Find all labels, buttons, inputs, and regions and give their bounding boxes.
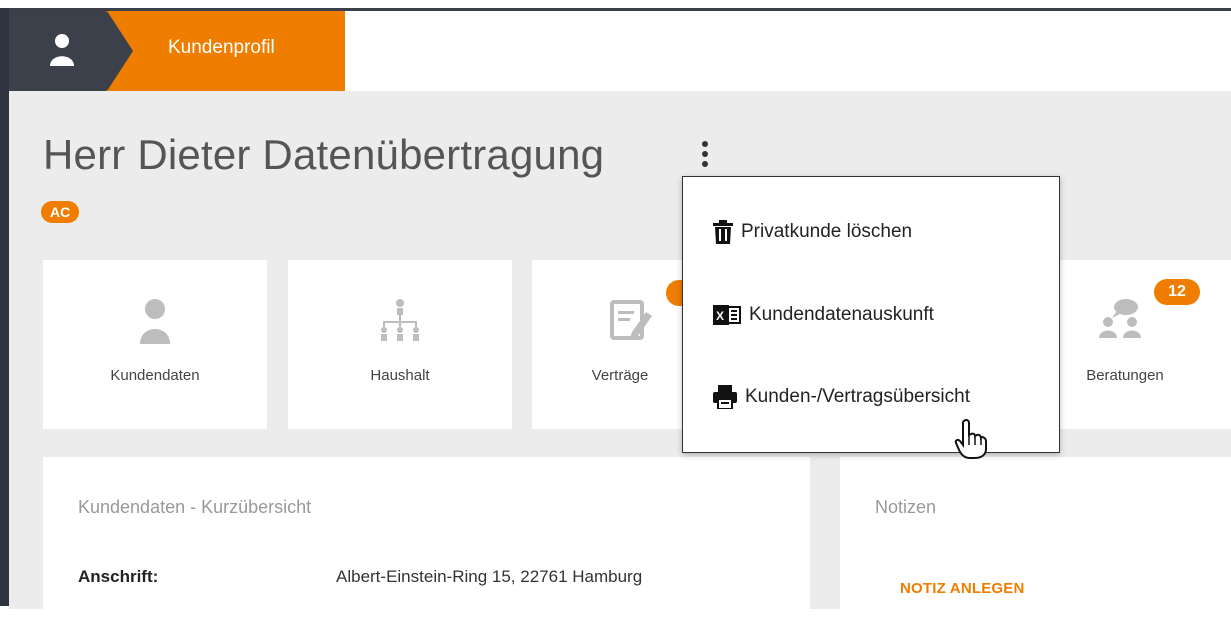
add-note-button[interactable]: NOTIZ ANLEGEN <box>900 580 1025 597</box>
menu-item-data-export[interactable]: X Kundendatenauskunft <box>713 300 934 330</box>
tile-kundendaten[interactable]: Kundendaten <box>43 260 267 429</box>
breadcrumb-label: Kundenprofil <box>168 37 275 58</box>
customer-badge: AC <box>41 201 80 223</box>
menu-item-print-overview[interactable]: Kunden-/Vertragsübersicht <box>713 382 970 412</box>
menu-item-label: Kundendatenauskunft <box>749 304 934 325</box>
user-tab[interactable] <box>9 11 109 91</box>
household-icon <box>381 299 419 341</box>
more-options-icon[interactable] <box>699 141 711 177</box>
tile-label: Haushalt <box>370 367 430 384</box>
address-value: Albert-Einstein-Ring 15, 22761 Hamburg <box>336 567 643 586</box>
consultations-count-badge: 12 <box>1154 279 1200 305</box>
menu-item-label: Kunden-/Vertragsübersicht <box>745 386 970 407</box>
contract-icon <box>610 300 652 340</box>
customer-name: Herr Dieter Datenübertragung <box>43 131 605 178</box>
user-icon <box>50 34 74 66</box>
hand-pointer-icon <box>954 419 987 459</box>
consultation-icon <box>1099 299 1141 338</box>
panel-title: Notizen <box>875 497 937 517</box>
address-label: Anschrift: <box>78 567 159 586</box>
printer-icon <box>713 385 737 409</box>
svg-text:X: X <box>716 309 724 323</box>
tile-haushalt[interactable]: Haushalt <box>288 260 512 429</box>
person-icon <box>140 299 170 344</box>
notes-panel: Notizen NOTIZ ANLEGEN <box>840 457 1231 617</box>
window-edge <box>0 8 9 606</box>
context-menu: Privatkunde löschen X Kundendatenauskunf… <box>682 176 1060 453</box>
menu-item-delete-customer[interactable]: Privatkunde löschen <box>713 217 912 247</box>
menu-item-label: Privatkunde löschen <box>741 221 913 242</box>
tile-label: Kundendaten <box>110 367 200 384</box>
app-content: Kundenprofil Herr Dieter Datenübertragun… <box>9 8 1231 617</box>
top-bar: Kundenprofil <box>9 11 1231 91</box>
excel-icon: X <box>713 305 741 325</box>
breadcrumb-arrow <box>107 11 133 91</box>
customer-summary-panel: Kundendaten - Kurzübersicht Anschrift: A… <box>43 457 810 617</box>
trash-icon <box>713 220 733 244</box>
panel-title: Kundendaten - Kurzübersicht <box>78 497 312 517</box>
app-window: Kundenprofil Herr Dieter Datenübertragun… <box>0 0 1231 617</box>
